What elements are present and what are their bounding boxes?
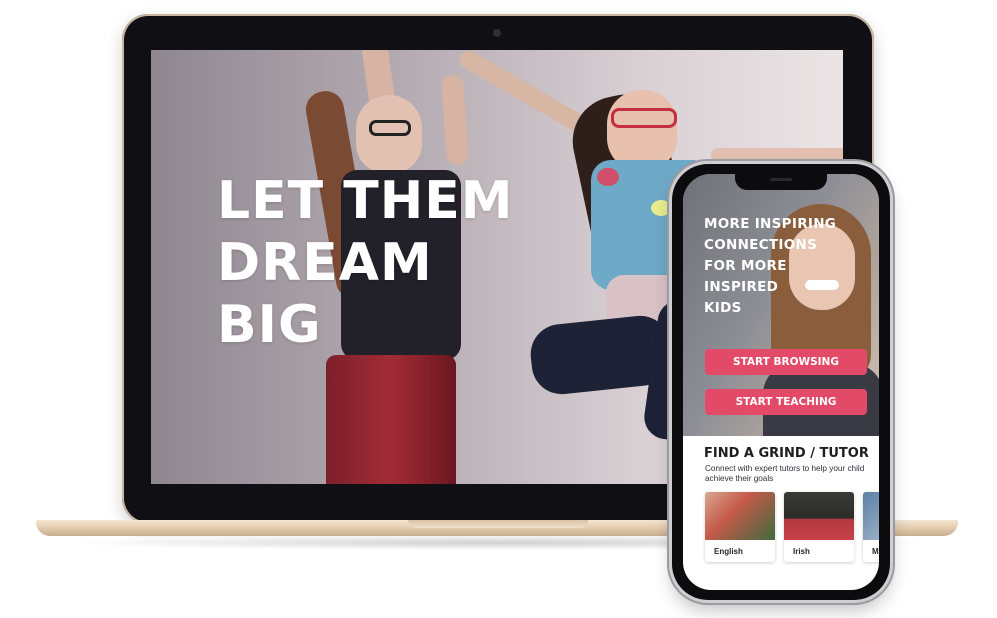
- phone-screen: MORE INSPIRING CONNECTIONS FOR MORE INSP…: [683, 174, 879, 590]
- hero-title: LET THEM DREAM BIG: [217, 171, 514, 355]
- laptop-trackpad-notch: [408, 520, 588, 528]
- phone-hero: MORE INSPIRING CONNECTIONS FOR MORE INSP…: [683, 174, 879, 436]
- phone-notch: [735, 174, 827, 190]
- find-tutor-heading: FIND A GRIND / TUTOR: [704, 446, 869, 461]
- find-tutor-subtitle: Connect with expert tutors to help your …: [705, 464, 865, 483]
- subject-label: English: [714, 547, 743, 556]
- start-browsing-button[interactable]: START BROWSING: [705, 349, 867, 375]
- phone-speaker: [770, 178, 792, 181]
- phone-hero-text: MORE INSPIRING CONNECTIONS FOR MORE INSP…: [704, 216, 837, 316]
- laptop-camera: [493, 29, 501, 37]
- subject-card-english[interactable]: English: [705, 492, 775, 562]
- subject-image: [784, 492, 854, 540]
- subject-image: [863, 492, 879, 540]
- subject-image: [705, 492, 775, 540]
- subject-card-irish[interactable]: Irish: [784, 492, 854, 562]
- subject-label: Ma: [872, 547, 879, 556]
- subject-label: Irish: [793, 547, 810, 556]
- subject-card-maths[interactable]: Ma: [863, 492, 879, 562]
- start-teaching-button[interactable]: START TEACHING: [705, 389, 867, 415]
